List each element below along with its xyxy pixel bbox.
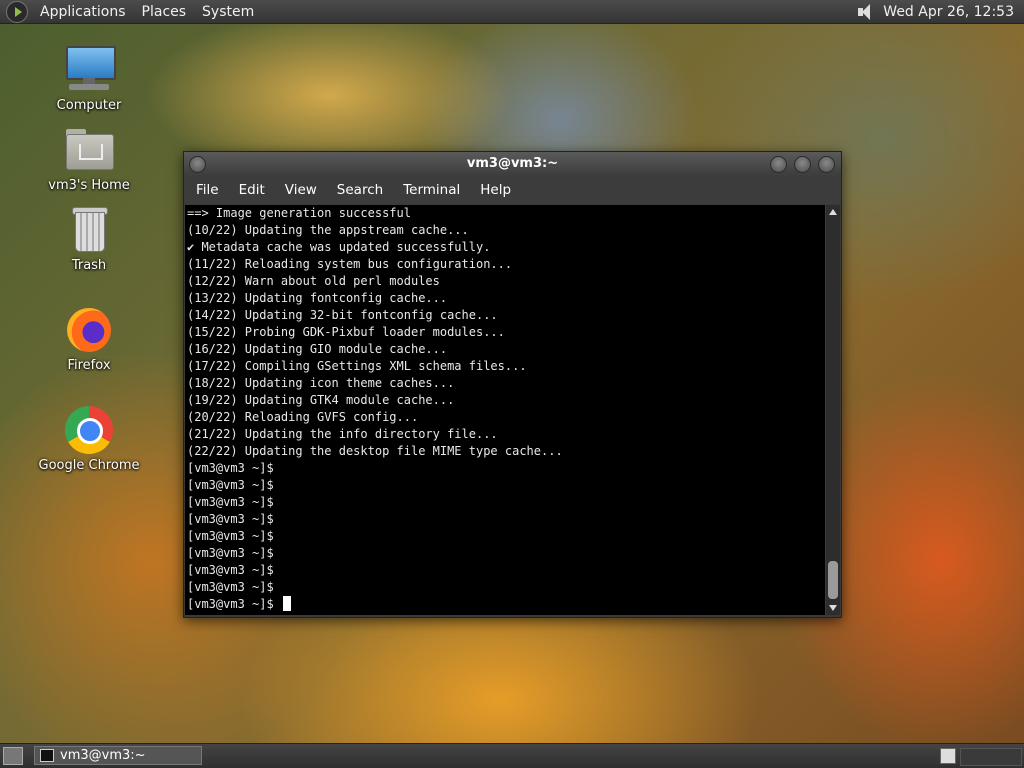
terminal-cursor xyxy=(282,596,291,611)
desktop-icon-label: vm3's Home xyxy=(48,178,130,193)
terminal-line: (15/22) Probing GDK-Pixbuf loader module… xyxy=(187,325,505,339)
scroll-down-icon[interactable] xyxy=(829,605,837,611)
show-desktop-icon[interactable] xyxy=(3,747,23,765)
places-menu[interactable]: Places xyxy=(134,4,195,20)
desktop-icon-label: Trash xyxy=(71,258,107,273)
terminal-line: (17/22) Compiling GSettings XML schema f… xyxy=(187,359,527,373)
chrome-icon xyxy=(63,404,115,456)
maximize-icon[interactable] xyxy=(794,156,811,173)
home-folder-icon xyxy=(63,124,115,176)
taskbar-button-label: vm3@vm3:~ xyxy=(60,748,146,763)
desktop-icon-label: Computer xyxy=(56,98,122,113)
desktop-icon-label: Google Chrome xyxy=(38,458,140,473)
terminal-line: ==> Image generation successful xyxy=(187,206,411,220)
menu-help[interactable]: Help xyxy=(470,182,521,198)
volume-icon[interactable] xyxy=(855,2,875,22)
terminal-line: [vm3@vm3 ~]$ xyxy=(187,512,274,526)
top-panel: Applications Places System Wed Apr 26, 1… xyxy=(0,0,1024,24)
terminal-line: [vm3@vm3 ~]$ xyxy=(187,495,274,509)
terminal-line: [vm3@vm3 ~]$ xyxy=(187,529,274,543)
terminal-line: ✔ Metadata cache was updated successfull… xyxy=(187,240,491,254)
taskbar-terminal-button[interactable]: vm3@vm3:~ xyxy=(34,746,202,765)
computer-icon xyxy=(63,44,116,96)
terminal-line: (13/22) Updating fontconfig cache... xyxy=(187,291,448,305)
terminal-line: (10/22) Updating the appstream cache... xyxy=(187,223,469,237)
terminal-menubar: File Edit View Search Terminal Help xyxy=(184,176,841,204)
terminal-line: (16/22) Updating GIO module cache... xyxy=(187,342,448,356)
scrollbar-thumb[interactable] xyxy=(828,561,838,599)
menu-terminal[interactable]: Terminal xyxy=(393,182,470,198)
desktop-icon-label: Firefox xyxy=(67,358,111,373)
terminal-output[interactable]: ==> Image generation successful (10/22) … xyxy=(185,205,825,615)
desktop-icon-home[interactable]: vm3's Home xyxy=(34,124,144,193)
terminal-line: [vm3@vm3 ~]$ xyxy=(187,478,274,492)
terminal-line: (11/22) Reloading system bus configurati… xyxy=(187,257,513,271)
terminal-line: [vm3@vm3 ~]$ xyxy=(187,563,274,577)
terminal-line: (18/22) Updating icon theme caches... xyxy=(187,376,455,390)
minimize-icon[interactable] xyxy=(770,156,787,173)
applications-menu[interactable]: Applications xyxy=(32,4,134,20)
workspace-1[interactable] xyxy=(940,748,956,764)
terminal-line: (12/22) Warn about old perl modules xyxy=(187,274,440,288)
menu-file[interactable]: File xyxy=(186,182,229,198)
terminal-window[interactable]: vm3@vm3:~ File Edit View Search Terminal… xyxy=(183,151,842,618)
menu-search[interactable]: Search xyxy=(327,182,393,198)
firefox-icon xyxy=(63,304,115,356)
menu-edit[interactable]: Edit xyxy=(229,182,275,198)
desktop-icon-chrome[interactable]: Google Chrome xyxy=(34,404,144,473)
terminal-line: (21/22) Updating the info directory file… xyxy=(187,427,498,441)
window-titlebar[interactable]: vm3@vm3:~ xyxy=(184,152,841,176)
window-title: vm3@vm3:~ xyxy=(466,156,559,171)
system-menu[interactable]: System xyxy=(194,4,262,20)
terminal-line: [vm3@vm3 ~]$ xyxy=(187,461,274,475)
close-icon[interactable] xyxy=(818,156,835,173)
terminal-line: (19/22) Updating GTK4 module cache... xyxy=(187,393,455,407)
terminal-prompt: [vm3@vm3 ~]$ xyxy=(187,597,281,611)
window-menu-icon[interactable] xyxy=(189,156,206,173)
terminal-icon xyxy=(40,749,54,762)
terminal-line: [vm3@vm3 ~]$ xyxy=(187,546,274,560)
trash-icon xyxy=(63,204,115,256)
terminal-line: (22/22) Updating the desktop file MIME t… xyxy=(187,444,563,458)
terminal-line: (14/22) Updating 32-bit fontconfig cache… xyxy=(187,308,498,322)
bottom-panel: vm3@vm3:~ xyxy=(0,743,1024,768)
main-menu-icon[interactable] xyxy=(6,0,28,23)
desktop-icon-firefox[interactable]: Firefox xyxy=(34,304,144,373)
terminal-prompt-line: [vm3@vm3 ~]$ xyxy=(187,596,823,613)
scroll-up-icon[interactable] xyxy=(829,209,837,215)
terminal-line: [vm3@vm3 ~]$ xyxy=(187,580,274,594)
desktop-icon-trash[interactable]: Trash xyxy=(34,204,144,273)
workspace-switcher[interactable] xyxy=(960,748,1022,766)
terminal-scrollbar[interactable] xyxy=(826,205,840,615)
menu-view[interactable]: View xyxy=(275,182,327,198)
clock[interactable]: Wed Apr 26, 12:53 xyxy=(883,4,1024,20)
desktop-icon-computer[interactable]: Computer xyxy=(34,44,144,113)
terminal-line: (20/22) Reloading GVFS config... xyxy=(187,410,419,424)
